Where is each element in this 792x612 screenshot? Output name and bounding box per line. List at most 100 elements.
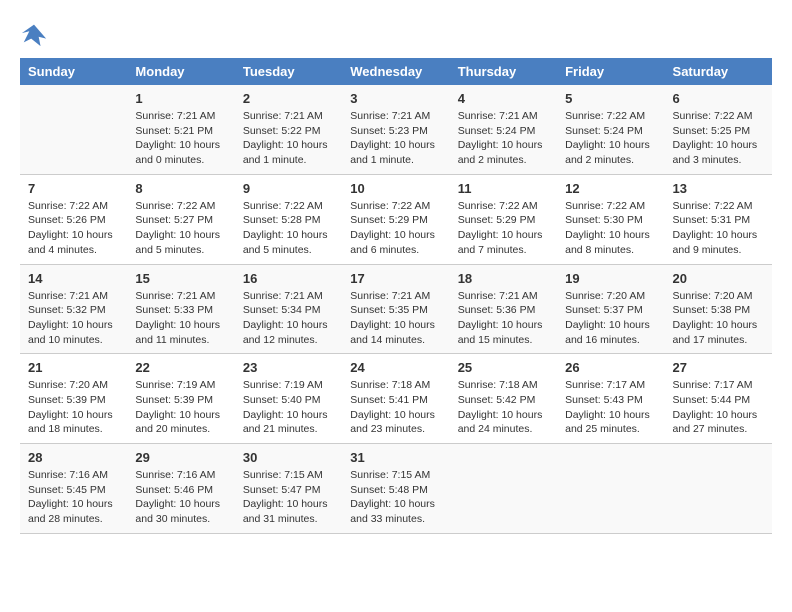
day-number: 7 (28, 181, 119, 196)
day-number: 3 (350, 91, 441, 106)
calendar-cell: 22 Sunrise: 7:19 AM Sunset: 5:39 PM Dayli… (127, 354, 234, 444)
calendar-table: SundayMondayTuesdayWednesdayThursdayFrid… (20, 58, 772, 534)
day-number: 2 (243, 91, 334, 106)
col-header-saturday: Saturday (665, 58, 772, 85)
week-row-3: 14 Sunrise: 7:21 AM Sunset: 5:32 PM Dayli… (20, 264, 772, 354)
day-info: Sunrise: 7:22 AM Sunset: 5:30 PM Dayligh… (565, 199, 656, 258)
col-header-monday: Monday (127, 58, 234, 85)
calendar-cell: 9Sunrise: 7:22 AM Sunset: 5:28 PM Daylig… (235, 174, 342, 264)
day-info: Sunrise: 7:22 AM Sunset: 5:26 PM Dayligh… (28, 199, 119, 258)
calendar-cell: 17 Sunrise: 7:21 AM Sunset: 5:35 PM Dayli… (342, 264, 449, 354)
calendar-cell: 25Sunrise: 7:18 AM Sunset: 5:42 PM Dayli… (450, 354, 557, 444)
day-number: 24 (350, 360, 441, 375)
calendar-cell: 12 Sunrise: 7:22 AM Sunset: 5:30 PM Dayli… (557, 174, 664, 264)
day-number: 26 (565, 360, 656, 375)
calendar-cell: 20Sunrise: 7:20 AM Sunset: 5:38 PM Dayli… (665, 264, 772, 354)
calendar-cell (557, 444, 664, 534)
day-number: 19 (565, 271, 656, 286)
calendar-cell: 21 Sunrise: 7:20 AM Sunset: 5:39 PM Dayli… (20, 354, 127, 444)
calendar-header: SundayMondayTuesdayWednesdayThursdayFrid… (20, 58, 772, 85)
day-number: 20 (673, 271, 764, 286)
day-info: Sunrise: 7:21 AM Sunset: 5:33 PM Dayligh… (135, 289, 226, 348)
day-info: Sunrise: 7:22 AM Sunset: 5:31 PM Dayligh… (673, 199, 764, 258)
calendar-cell: 10 Sunrise: 7:22 AM Sunset: 5:29 PM Dayli… (342, 174, 449, 264)
day-number: 30 (243, 450, 334, 465)
day-number: 15 (135, 271, 226, 286)
day-number: 10 (350, 181, 441, 196)
calendar-cell: 29Sunrise: 7:16 AM Sunset: 5:46 PM Dayli… (127, 444, 234, 534)
calendar-cell: 24 Sunrise: 7:18 AM Sunset: 5:41 PM Dayli… (342, 354, 449, 444)
day-info: Sunrise: 7:17 AM Sunset: 5:44 PM Dayligh… (673, 378, 764, 437)
calendar-cell: 11 Sunrise: 7:22 AM Sunset: 5:29 PM Dayli… (450, 174, 557, 264)
day-info: Sunrise: 7:16 AM Sunset: 5:46 PM Dayligh… (135, 468, 226, 527)
day-info: Sunrise: 7:16 AM Sunset: 5:45 PM Dayligh… (28, 468, 119, 527)
calendar-cell: 5 Sunrise: 7:22 AM Sunset: 5:24 PM Daylig… (557, 85, 664, 174)
col-header-tuesday: Tuesday (235, 58, 342, 85)
day-number: 12 (565, 181, 656, 196)
calendar-cell (20, 85, 127, 174)
day-number: 6 (673, 91, 764, 106)
day-number: 13 (673, 181, 764, 196)
day-number: 22 (135, 360, 226, 375)
day-number: 16 (243, 271, 334, 286)
day-info: Sunrise: 7:19 AM Sunset: 5:39 PM Dayligh… (135, 378, 226, 437)
day-number: 11 (458, 181, 549, 196)
calendar-cell: 3 Sunrise: 7:21 AM Sunset: 5:23 PM Daylig… (342, 85, 449, 174)
calendar-cell: 6 Sunrise: 7:22 AM Sunset: 5:25 PM Daylig… (665, 85, 772, 174)
day-info: Sunrise: 7:22 AM Sunset: 5:24 PM Dayligh… (565, 109, 656, 168)
day-info: Sunrise: 7:21 AM Sunset: 5:36 PM Dayligh… (458, 289, 549, 348)
calendar-cell: 19 Sunrise: 7:20 AM Sunset: 5:37 PM Dayli… (557, 264, 664, 354)
day-number: 5 (565, 91, 656, 106)
day-info: Sunrise: 7:17 AM Sunset: 5:43 PM Dayligh… (565, 378, 656, 437)
day-number: 4 (458, 91, 549, 106)
calendar-cell (450, 444, 557, 534)
day-number: 9 (243, 181, 334, 196)
calendar-cell: 2 Sunrise: 7:21 AM Sunset: 5:22 PM Daylig… (235, 85, 342, 174)
day-number: 17 (350, 271, 441, 286)
calendar-cell: 23Sunrise: 7:19 AM Sunset: 5:40 PM Dayli… (235, 354, 342, 444)
day-info: Sunrise: 7:22 AM Sunset: 5:25 PM Dayligh… (673, 109, 764, 168)
day-info: Sunrise: 7:18 AM Sunset: 5:41 PM Dayligh… (350, 378, 441, 437)
col-header-wednesday: Wednesday (342, 58, 449, 85)
day-info: Sunrise: 7:21 AM Sunset: 5:22 PM Dayligh… (243, 109, 334, 168)
day-info: Sunrise: 7:21 AM Sunset: 5:23 PM Dayligh… (350, 109, 441, 168)
day-info: Sunrise: 7:15 AM Sunset: 5:47 PM Dayligh… (243, 468, 334, 527)
logo-bird-icon (20, 20, 48, 48)
day-info: Sunrise: 7:18 AM Sunset: 5:42 PM Dayligh… (458, 378, 549, 437)
day-info: Sunrise: 7:22 AM Sunset: 5:27 PM Dayligh… (135, 199, 226, 258)
day-info: Sunrise: 7:21 AM Sunset: 5:34 PM Dayligh… (243, 289, 334, 348)
calendar-cell (665, 444, 772, 534)
col-header-friday: Friday (557, 58, 664, 85)
week-row-2: 7 Sunrise: 7:22 AM Sunset: 5:26 PM Daylig… (20, 174, 772, 264)
calendar-cell: 13 Sunrise: 7:22 AM Sunset: 5:31 PM Dayli… (665, 174, 772, 264)
day-number: 21 (28, 360, 119, 375)
calendar-cell: 14 Sunrise: 7:21 AM Sunset: 5:32 PM Dayli… (20, 264, 127, 354)
calendar-cell: 26 Sunrise: 7:17 AM Sunset: 5:43 PM Dayli… (557, 354, 664, 444)
day-number: 27 (673, 360, 764, 375)
calendar-cell: 30 Sunrise: 7:15 AM Sunset: 5:47 PM Dayli… (235, 444, 342, 534)
day-number: 8 (135, 181, 226, 196)
week-row-1: 1Sunrise: 7:21 AM Sunset: 5:21 PM Daylig… (20, 85, 772, 174)
week-row-5: 28 Sunrise: 7:16 AM Sunset: 5:45 PM Dayli… (20, 444, 772, 534)
calendar-cell: 18 Sunrise: 7:21 AM Sunset: 5:36 PM Dayli… (450, 264, 557, 354)
calendar-cell: 7 Sunrise: 7:22 AM Sunset: 5:26 PM Daylig… (20, 174, 127, 264)
day-info: Sunrise: 7:21 AM Sunset: 5:35 PM Dayligh… (350, 289, 441, 348)
day-number: 14 (28, 271, 119, 286)
calendar-cell: 1Sunrise: 7:21 AM Sunset: 5:21 PM Daylig… (127, 85, 234, 174)
day-number: 31 (350, 450, 441, 465)
calendar-cell: 4 Sunrise: 7:21 AM Sunset: 5:24 PM Daylig… (450, 85, 557, 174)
day-number: 18 (458, 271, 549, 286)
day-info: Sunrise: 7:21 AM Sunset: 5:32 PM Dayligh… (28, 289, 119, 348)
day-number: 28 (28, 450, 119, 465)
day-info: Sunrise: 7:19 AM Sunset: 5:40 PM Dayligh… (243, 378, 334, 437)
day-info: Sunrise: 7:20 AM Sunset: 5:39 PM Dayligh… (28, 378, 119, 437)
header (20, 20, 772, 48)
day-info: Sunrise: 7:20 AM Sunset: 5:37 PM Dayligh… (565, 289, 656, 348)
day-info: Sunrise: 7:21 AM Sunset: 5:24 PM Dayligh… (458, 109, 549, 168)
col-header-thursday: Thursday (450, 58, 557, 85)
calendar-cell: 27 Sunrise: 7:17 AM Sunset: 5:44 PM Dayli… (665, 354, 772, 444)
day-info: Sunrise: 7:22 AM Sunset: 5:29 PM Dayligh… (350, 199, 441, 258)
calendar-cell: 16 Sunrise: 7:21 AM Sunset: 5:34 PM Dayli… (235, 264, 342, 354)
day-info: Sunrise: 7:22 AM Sunset: 5:29 PM Dayligh… (458, 199, 549, 258)
calendar-cell: 31Sunrise: 7:15 AM Sunset: 5:48 PM Dayli… (342, 444, 449, 534)
